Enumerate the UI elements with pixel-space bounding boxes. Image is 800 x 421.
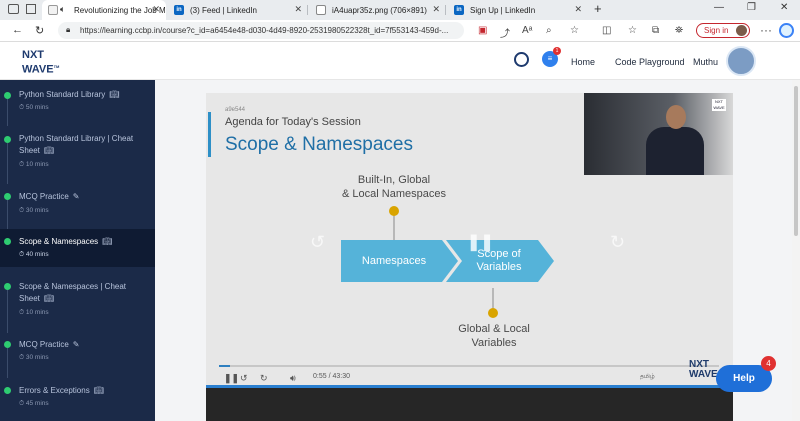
new-tab-button[interactable]: + xyxy=(594,1,602,16)
completed-icon xyxy=(4,283,11,290)
sidebar-item-python-standard-library-cheat-sheet[interactable]: Python Standard Library | Cheat Sheet 📖︎ … xyxy=(0,126,155,184)
page-scrollbar[interactable] xyxy=(792,80,800,421)
help-count-badge: 4 xyxy=(761,356,776,371)
favorite-icon[interactable]: ☆ xyxy=(570,25,579,36)
lock-icon: 🔒︎ xyxy=(66,25,71,34)
tab-actions-icon[interactable] xyxy=(8,4,19,14)
split-screen-icon[interactable]: ◫ xyxy=(602,25,611,36)
copilot-icon[interactable] xyxy=(779,23,794,38)
completed-icon xyxy=(4,238,11,245)
browser-tab[interactable]: iA4uapr35z.png (706×891) ✕ xyxy=(310,0,446,20)
completed-icon xyxy=(4,341,11,348)
rewind-10-icon[interactable]: ↺ xyxy=(240,373,248,384)
profile-avatar xyxy=(736,25,747,36)
forward-overlay-icon[interactable]: ↻ xyxy=(610,232,625,253)
completed-icon xyxy=(4,193,11,200)
sidebar-item-python-standard-library[interactable]: Python Standard Library 📖︎ ⏱ 50 mins xyxy=(0,80,155,126)
back-icon[interactable]: ← xyxy=(12,24,23,36)
sidebar-item-mcq-practice[interactable]: MCQ Practice ✎ ⏱ 30 mins xyxy=(0,184,155,229)
close-tab-icon[interactable]: ✕ xyxy=(574,4,582,15)
browser-tab-strip: 🔈︎ Revolutionizing the Job Ma ✕ in (3) F… xyxy=(0,0,800,20)
forward-10-icon[interactable]: ↻ xyxy=(260,373,268,384)
tab-title: (3) Feed | LinkedIn xyxy=(190,5,258,15)
progress-fill xyxy=(219,365,230,367)
zoom-icon[interactable]: ⌕ xyxy=(546,25,552,36)
browser-tab[interactable]: in Sign Up | LinkedIn ✕ xyxy=(448,0,588,20)
book-icon: 📖︎ xyxy=(102,237,113,246)
browser-tab-active[interactable]: 🔈︎ Revolutionizing the Job Ma ✕ xyxy=(42,0,166,20)
user-name[interactable]: Muthu xyxy=(693,57,718,67)
diagram-bottom-label: Global & Local Variables xyxy=(458,323,530,349)
diagram-box-namespaces: Namespaces xyxy=(361,255,427,267)
sidebar-item-errors-exceptions[interactable]: Errors & Exceptions 📖︎ ⏱ 45 mins xyxy=(0,378,155,421)
speaker-icon[interactable]: 🔈︎ xyxy=(60,4,65,15)
extensions-icon[interactable]: ⛯ xyxy=(675,25,683,36)
logo-line-2: WAVETM xyxy=(22,63,60,76)
share-icon[interactable]: ⤴ xyxy=(500,25,510,40)
site-header: NXT WAVETM ≡ 1 Home Code Playground Muth… xyxy=(0,42,800,80)
more-icon[interactable]: ··· xyxy=(760,23,772,37)
language-selector[interactable]: தமிழ் xyxy=(640,374,655,381)
address-bar[interactable]: 🔒︎ https://learning.ccbp.in/course?c_id=… xyxy=(58,22,464,39)
favorites-icon[interactable]: ☆ xyxy=(628,25,637,36)
book-icon: 📖︎ xyxy=(43,294,55,303)
course-sidebar: Python Standard Library 📖︎ ⏱ 50 mins Pyth… xyxy=(0,80,155,421)
pencil-icon: ✎ xyxy=(72,192,80,201)
volume-icon[interactable]: 🔊︎ xyxy=(290,373,296,384)
linkedin-icon: in xyxy=(174,5,184,15)
sidebar-item-scope-namespaces[interactable]: Scope & Namespaces 📖︎ ⏱ 40 mins xyxy=(0,229,155,267)
completed-icon xyxy=(4,136,11,143)
logo-line-1: NXT xyxy=(22,49,44,61)
progress-track[interactable] xyxy=(219,365,719,367)
refresh-icon[interactable]: ↻ xyxy=(35,24,44,37)
tab-title: Sign Up | LinkedIn xyxy=(470,5,536,15)
image-icon xyxy=(316,5,326,15)
video-footer xyxy=(206,385,733,421)
read-aloud-icon[interactable]: Aᵃ xyxy=(522,25,532,36)
media-icon[interactable]: ▣ xyxy=(478,25,487,36)
close-tab-icon[interactable]: ✕ xyxy=(294,4,302,15)
close-tab-icon[interactable]: ✕ xyxy=(432,4,440,15)
completed-icon xyxy=(4,92,11,99)
pause-icon[interactable]: ❚❚ xyxy=(224,373,239,384)
pencil-icon: ✎ xyxy=(72,340,80,349)
book-icon: 📖︎ xyxy=(93,386,104,395)
book-icon: 📖︎ xyxy=(43,146,55,155)
linkedin-icon: in xyxy=(454,5,464,15)
user-avatar[interactable] xyxy=(726,46,756,76)
window-close-icon[interactable]: ✕ xyxy=(780,2,788,13)
collections-icon[interactable]: ⧉ xyxy=(652,25,659,36)
browser-tab[interactable]: in (3) Feed | LinkedIn ✕ xyxy=(168,0,308,20)
book-icon: 📖︎ xyxy=(109,90,120,99)
streak-icon[interactable] xyxy=(514,52,529,67)
close-tab-icon[interactable]: ✕ xyxy=(152,4,160,15)
video-player[interactable]: a9e544 Agenda for Today's Session Scope … xyxy=(206,93,733,389)
sidebar-item-mcq-practice-2[interactable]: MCQ Practice ✎ ⏱ 30 mins xyxy=(0,333,155,378)
sign-in-button[interactable]: Sign in xyxy=(696,23,750,38)
completed-icon xyxy=(4,387,11,394)
sidebar-item-scope-namespaces-cheat-sheet[interactable]: Scope & Namespaces | Cheat Sheet 📖︎ ⏱ 10 … xyxy=(0,267,155,333)
video-time: 0:55 / 43:30 xyxy=(313,373,351,380)
pause-overlay-icon[interactable]: ❚❚ xyxy=(467,232,494,252)
nxtwave-watermark: NXT WAVE xyxy=(689,359,718,380)
nav-code-playground[interactable]: Code Playground xyxy=(615,57,685,67)
restore-icon[interactable]: ❐ xyxy=(747,2,756,13)
rewind-overlay-icon[interactable]: ↺ xyxy=(310,232,325,253)
minimize-icon[interactable]: — xyxy=(714,2,724,13)
workspaces-icon[interactable] xyxy=(26,4,36,14)
page-icon xyxy=(48,5,58,15)
notification-badge: 1 xyxy=(553,47,561,55)
tab-title: iA4uapr35z.png (706×891) xyxy=(332,5,427,15)
url-text: https://learning.ccbp.in/course?c_id=a64… xyxy=(80,26,449,35)
nav-home[interactable]: Home xyxy=(571,57,595,67)
browser-toolbar: ← ↻ 🔒︎ https://learning.ccbp.in/course?c… xyxy=(0,20,800,42)
sign-in-label: Sign in xyxy=(704,26,729,35)
nxtwave-logo[interactable]: NXT WAVETM xyxy=(22,49,72,76)
